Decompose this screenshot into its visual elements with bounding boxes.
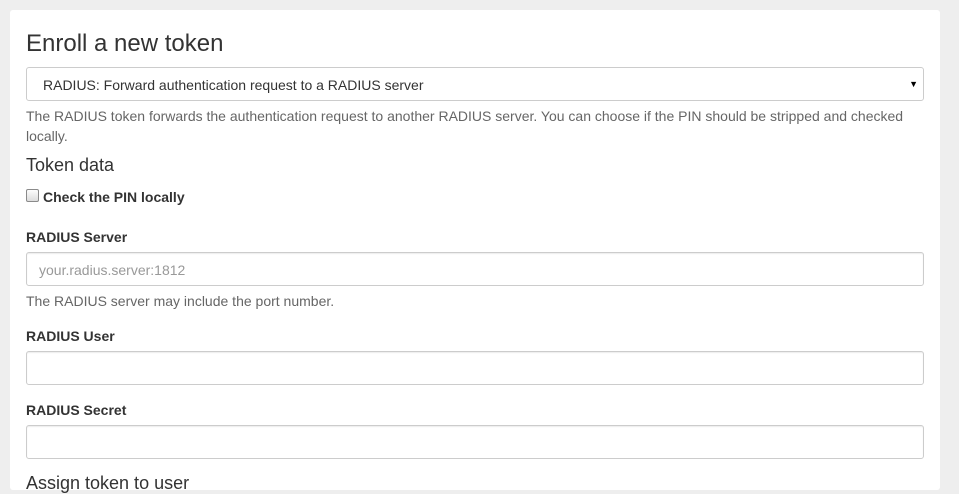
page-title: Enroll a new token (26, 30, 224, 57)
radius-secret-input[interactable] (26, 425, 924, 459)
check-pin-locally-checkbox[interactable] (26, 189, 39, 202)
check-pin-locally-label[interactable]: Check the PIN locally (43, 189, 185, 205)
section-title-assign-user: Assign token to user (26, 473, 190, 493)
radius-server-help: The RADIUS server may include the port n… (26, 293, 335, 309)
radius-server-input[interactable]: your.radius.server:1812 (26, 252, 924, 286)
token-type-select[interactable]: RADIUS: Forward authentication request t… (26, 67, 924, 101)
radius-server-placeholder: your.radius.server:1812 (39, 262, 186, 278)
token-type-selected-value: RADIUS: Forward authentication request t… (43, 77, 424, 93)
radius-user-input[interactable] (26, 351, 924, 385)
enroll-panel: Enroll a new token RADIUS: Forward authe… (10, 10, 940, 493)
radius-user-label: RADIUS User (26, 328, 115, 344)
radius-secret-label: RADIUS Secret (26, 402, 127, 418)
section-title-token-data: Token data (26, 155, 115, 175)
radius-server-label: RADIUS Server (26, 229, 128, 245)
token-description: The RADIUS token forwards the authentica… (26, 108, 904, 144)
dropdown-arrow-icon: ▼ (909, 79, 918, 89)
